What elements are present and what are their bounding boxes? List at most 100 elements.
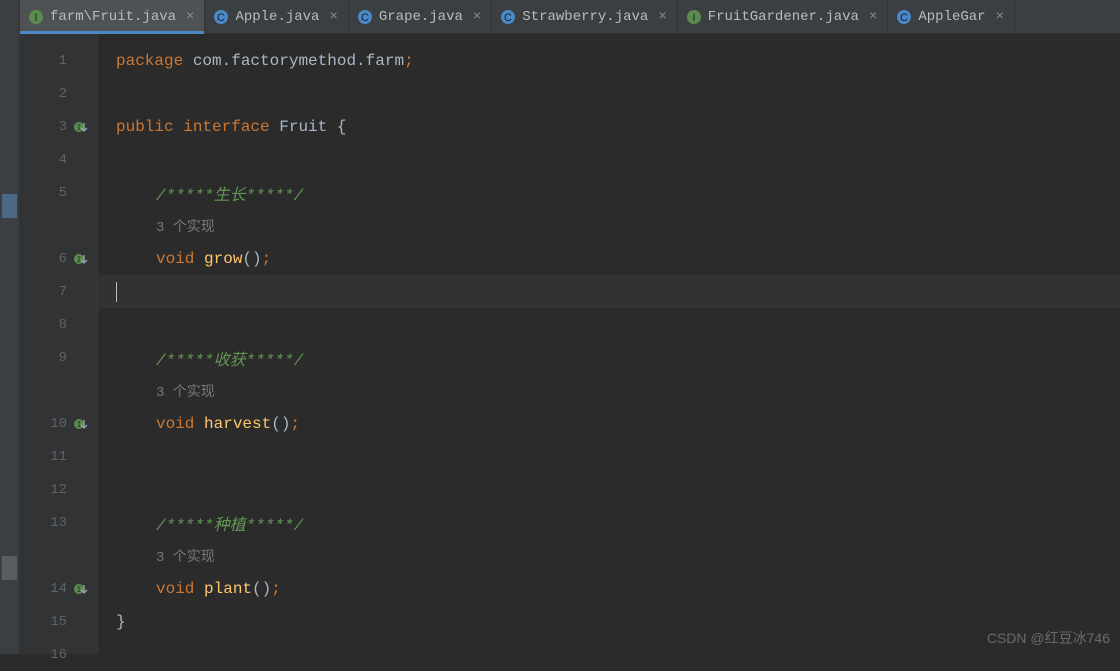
keyword: public <box>116 118 174 136</box>
tab-applegar[interactable]: C AppleGar × <box>888 0 1015 33</box>
rparen: ) <box>252 250 262 268</box>
gutter-row[interactable]: 16 <box>20 638 97 671</box>
class-icon: C <box>896 9 912 25</box>
tab-farm-fruit-java[interactable]: Ifarm\Fruit.java× <box>20 0 205 33</box>
brace: } <box>116 613 126 631</box>
comment: /*****种植*****/ <box>156 511 303 535</box>
implemented-icon[interactable]: I <box>73 582 89 596</box>
code-line[interactable] <box>98 77 1120 110</box>
interface-name: Fruit <box>279 118 327 136</box>
interface-icon: I <box>28 9 44 25</box>
code-line[interactable]: /*****收获*****/ <box>98 341 1120 374</box>
tool-window-bar[interactable] <box>0 0 20 654</box>
tab-label: Strawberry.java <box>522 9 648 25</box>
semicolon: ; <box>262 250 272 268</box>
code-line[interactable]: /*****生长*****/ <box>98 176 1120 209</box>
line-number: 3 <box>45 119 67 135</box>
gutter-row[interactable]: 12 <box>20 473 97 506</box>
close-icon[interactable]: × <box>996 9 1004 25</box>
marker-current <box>2 194 17 218</box>
implemented-icon[interactable]: I <box>73 417 89 431</box>
keyword: interface <box>183 118 269 136</box>
implemented-icon[interactable]: I <box>73 252 89 266</box>
code-line[interactable] <box>98 308 1120 341</box>
gutter-row[interactable]: 15 <box>20 605 97 638</box>
tab-apple-java[interactable]: C Apple.java × <box>205 0 348 33</box>
gutter-row[interactable]: 13 <box>20 506 97 539</box>
inlay-hint-line[interactable]: 3 个实现 <box>98 539 1120 572</box>
line-number: 7 <box>45 284 67 300</box>
code-line[interactable] <box>98 638 1120 671</box>
line-number: 5 <box>45 185 67 201</box>
implemented-icon[interactable]: I <box>73 120 89 134</box>
inlay-hint[interactable]: 3 个实现 <box>156 381 215 401</box>
code-line[interactable]: package com.factorymethod.farm; <box>98 44 1120 77</box>
code-line-current[interactable] <box>98 275 1120 308</box>
tab-grape-java[interactable]: CGrape.java× <box>349 0 492 33</box>
line-number: 16 <box>45 647 67 663</box>
gutter-row[interactable]: 2 <box>20 77 97 110</box>
gutter-row[interactable]: 4 <box>20 143 97 176</box>
svg-text:C: C <box>217 12 225 24</box>
method-name: harvest <box>204 415 271 433</box>
close-icon[interactable]: × <box>186 9 194 25</box>
tab-label: AppleGar <box>918 9 985 25</box>
code-area[interactable]: package com.factorymethod.farm; public i… <box>98 34 1120 654</box>
class-icon: C <box>357 9 373 25</box>
semicolon: ; <box>290 415 300 433</box>
marker-other <box>2 556 17 580</box>
code-line[interactable]: public interface Fruit { <box>98 110 1120 143</box>
package-name: com.factorymethod.farm <box>183 52 404 70</box>
line-number: 4 <box>45 152 67 168</box>
method-name: grow <box>204 250 242 268</box>
method-name: plant <box>204 580 252 598</box>
gutter-row[interactable]: 8 <box>20 308 97 341</box>
line-number: 12 <box>45 482 67 498</box>
code-line[interactable]: void grow(); <box>98 242 1120 275</box>
gutter-row[interactable]: 9 <box>20 341 97 374</box>
editor-tabs: Ifarm\Fruit.java×CApple.java×CGrape.java… <box>20 0 1120 34</box>
gutter-row[interactable] <box>20 374 97 407</box>
comment: /*****生长*****/ <box>156 181 303 205</box>
rparen: ) <box>262 580 272 598</box>
gutter-row[interactable]: 11 <box>20 440 97 473</box>
gutter-row[interactable]: 5 <box>20 176 97 209</box>
gutter[interactable]: 123I456I78910I11121314I1516 <box>20 34 98 654</box>
gutter-row[interactable]: 7 <box>20 275 97 308</box>
code-line[interactable] <box>98 473 1120 506</box>
tab-strawberry-java[interactable]: C Strawberry.java × <box>492 0 677 33</box>
interface-icon: I <box>686 9 702 25</box>
gutter-row[interactable]: 1 <box>20 44 97 77</box>
watermark: CSDN @红豆冰746 <box>987 628 1110 648</box>
inlay-hint[interactable]: 3 个实现 <box>156 216 215 236</box>
code-line[interactable]: void harvest(); <box>98 407 1120 440</box>
line-number: 10 <box>45 416 67 432</box>
gutter-row[interactable] <box>20 209 97 242</box>
tab-fruitgardener-java[interactable]: IFruitGardener.java× <box>678 0 889 33</box>
close-icon[interactable]: × <box>473 9 481 25</box>
inlay-hint-line[interactable]: 3 个实现 <box>98 374 1120 407</box>
inlay-hint[interactable]: 3 个实现 <box>156 546 215 566</box>
gutter-row[interactable]: 6I <box>20 242 97 275</box>
close-icon[interactable]: × <box>329 9 337 25</box>
line-number: 8 <box>45 317 67 333</box>
code-line[interactable]: } <box>98 605 1120 638</box>
close-icon[interactable]: × <box>658 9 666 25</box>
gutter-row[interactable]: 3I <box>20 110 97 143</box>
tab-label: Apple.java <box>235 9 319 25</box>
code-line[interactable]: /*****种植*****/ <box>98 506 1120 539</box>
svg-text:I: I <box>692 12 695 24</box>
lparen: ( <box>271 415 281 433</box>
svg-text:C: C <box>361 12 369 24</box>
code-line[interactable]: void plant(); <box>98 572 1120 605</box>
gutter-row[interactable]: 14I <box>20 572 97 605</box>
class-icon: C <box>500 9 516 25</box>
close-icon[interactable]: × <box>869 9 877 25</box>
gutter-row[interactable]: 10 I <box>20 407 97 440</box>
code-line[interactable] <box>98 143 1120 176</box>
lparen: ( <box>242 250 252 268</box>
lparen: ( <box>252 580 262 598</box>
inlay-hint-line[interactable]: 3 个实现 <box>98 209 1120 242</box>
code-line[interactable] <box>98 440 1120 473</box>
gutter-row[interactable] <box>20 539 97 572</box>
